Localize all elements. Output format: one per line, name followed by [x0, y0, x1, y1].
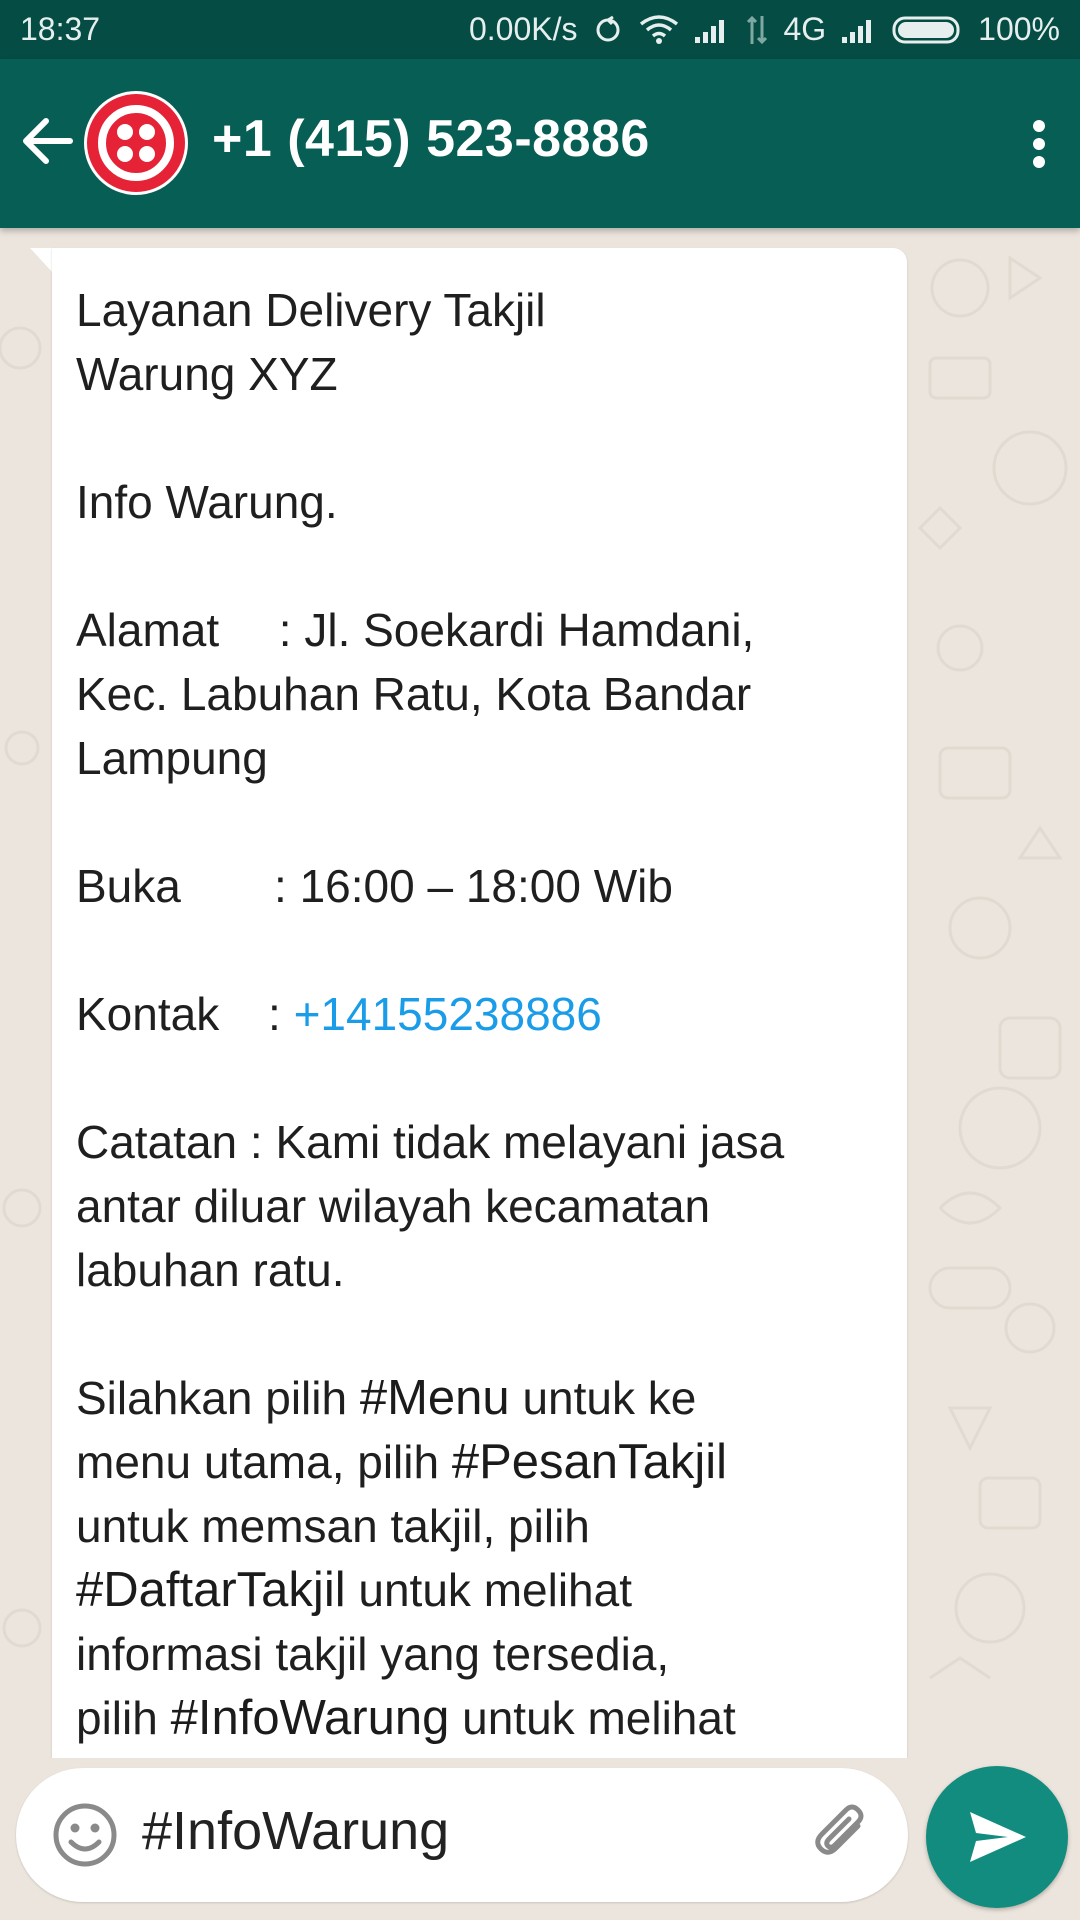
sync-icon [591, 13, 625, 47]
status-time: 18:37 [20, 11, 101, 47]
msg-title-line2: Warung XYZ [76, 348, 338, 400]
hashtag-info-warung: #InfoWarung [170, 1691, 450, 1745]
msg-kontak-line: Kontak: +14155238886 [76, 982, 883, 1046]
msg-info-heading: Info Warung. [76, 476, 338, 528]
msg-alamat-line1: Alamat : Jl. Soekardi Hamdani, [76, 598, 883, 662]
alamat-sep: : [266, 604, 305, 656]
silahkan-text: Silahkan pilih [76, 1372, 360, 1424]
untuk-melihat-text: untuk melihat [345, 1564, 632, 1616]
message-input-box[interactable]: #InfoWarung [16, 1768, 908, 1902]
battery-level: 100% [978, 11, 1060, 47]
msg-informasi-line: informasi takjil yang tersedia, [76, 1628, 670, 1680]
kontak-label: Kontak [76, 988, 220, 1040]
msg-alamat-line3: Lampung [76, 732, 268, 784]
msg-cut-line: informasi warung takjil XYZ, dan [76, 1750, 883, 1758]
wifi-icon [639, 14, 679, 46]
msg-menu-utama-line: menu utama, pilih #PesanTakjil [76, 1430, 883, 1494]
back-arrow-icon[interactable] [18, 111, 78, 171]
untuk-melihat-text-2: untuk melihat [449, 1692, 736, 1744]
signal-icon [693, 15, 731, 45]
msg-title-line1: Layanan Delivery Takjil [76, 284, 546, 336]
net-speed: 0.00K/s [468, 11, 578, 47]
bubble-tail [30, 248, 54, 274]
smiley-icon[interactable] [46, 1796, 124, 1874]
battery-icon [892, 15, 964, 45]
contact-name[interactable]: +1 (415) 523-8886 [212, 109, 650, 169]
twilio-logo-icon [87, 94, 185, 192]
chat-area: Layanan Delivery Takjil Warung XYZ Info … [0, 228, 1080, 1758]
buka-value: 16:00 – 18:00 Wib [299, 860, 673, 912]
more-options-icon[interactable] [1024, 114, 1054, 174]
hashtag-pesan-takjil: #PesanTakjil [451, 1435, 727, 1489]
msg-buka-line: Buka: 16:00 – 18:00 Wib [76, 854, 883, 918]
message-composer: #InfoWarung [0, 1758, 1080, 1920]
pilih-text: pilih [76, 1692, 171, 1744]
data-arrows-icon [745, 14, 769, 46]
msg-catatan-line3: labuhan ratu. [76, 1244, 345, 1296]
kontak-phone-link[interactable]: +14155238886 [294, 988, 602, 1040]
incoming-message-bubble[interactable]: Layanan Delivery Takjil Warung XYZ Info … [52, 248, 907, 1758]
send-button[interactable] [926, 1766, 1068, 1908]
msg-alamat-line2: Kec. Labuhan Ratu, Kota Bandar [76, 668, 752, 720]
hashtag-menu: #Menu [359, 1371, 510, 1425]
hashtag-daftar-takjil: #DaftarTakjil [76, 1563, 346, 1617]
kontak-sep: : [268, 988, 294, 1040]
avatar[interactable] [84, 91, 188, 195]
send-icon [970, 1812, 1026, 1862]
status-bar: 18:37 0.00K/s 4G 100% [0, 0, 1080, 59]
msg-untuk-memsan-line: untuk memsan takjil, pilih [76, 1500, 590, 1552]
msg-catatan-line2: antar diluar wilayah kecamatan [76, 1180, 711, 1232]
chat-header: +1 (415) 523-8886 [0, 59, 1080, 228]
alamat-label: Alamat [76, 604, 220, 656]
message-input[interactable]: #InfoWarung [142, 1800, 782, 1862]
msg-daftar-line: #DaftarTakjil untuk melihat [76, 1558, 883, 1622]
buka-sep: : [274, 860, 300, 912]
msg-catatan-line1: Catatan : Kami tidak melayani jasa [76, 1116, 785, 1168]
alamat-line1: Jl. Soekardi Hamdani, [304, 604, 755, 656]
paperclip-icon[interactable] [804, 1796, 882, 1874]
msg-silahkan-line: Silahkan pilih #Menu untuk ke [76, 1366, 883, 1430]
buka-label: Buka [76, 860, 181, 912]
menu-utama-text: menu utama, pilih [76, 1436, 452, 1488]
msg-pilih-info-line: pilih #InfoWarung untuk melihat [76, 1686, 883, 1750]
signal-icon-2 [840, 15, 878, 45]
untuk-ke-text: untuk ke [509, 1372, 697, 1424]
network-type: 4G [783, 11, 827, 47]
